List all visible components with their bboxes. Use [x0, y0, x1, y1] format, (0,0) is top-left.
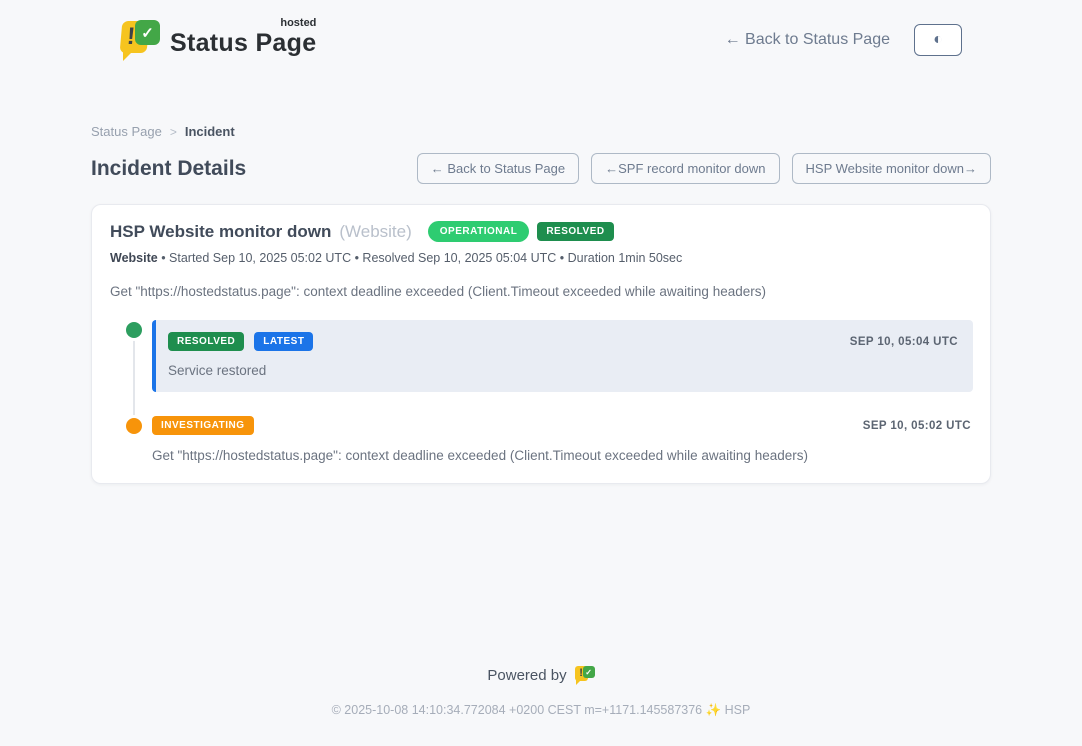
resolved-status-badge: RESOLVED	[537, 222, 613, 241]
brand-logo[interactable]: ! ✓ Status Page hosted	[118, 17, 316, 63]
timeline-latest-badge: LATEST	[254, 332, 313, 351]
next-incident-button[interactable]: HSP Website monitor down→	[792, 153, 991, 184]
incident-title: HSP Website monitor down	[110, 222, 331, 242]
timeline-entry-resolved: RESOLVED LATEST SEP 10, 05:04 UTC Servic…	[110, 320, 973, 392]
timeline-resolved-badge: RESOLVED	[168, 332, 244, 351]
page-title: Incident Details	[91, 157, 246, 181]
timeline-investigating-badge: INVESTIGATING	[152, 416, 254, 435]
breadcrumb: Status Page > Incident	[91, 124, 991, 139]
powered-by-label: Powered by	[487, 667, 566, 684]
footer: Powered by ! ✓ © 2025-10-08 14:10:34.772…	[0, 664, 1082, 746]
breadcrumb-separator: >	[170, 125, 177, 139]
timeline-entry-investigating: INVESTIGATING SEP 10, 05:02 UTC Get "htt…	[110, 416, 973, 463]
timeline-dot-orange	[126, 418, 142, 434]
timeline-timestamp: SEP 10, 05:02 UTC	[863, 420, 971, 432]
breadcrumb-incident: Incident	[185, 124, 235, 139]
checkmark-icon: ✓	[135, 20, 160, 45]
brand-name: Status Page	[170, 29, 316, 57]
incident-nav-buttons: ← Back to Status Page ←SPF record monito…	[417, 153, 991, 184]
incident-description: Get "https://hostedstatus.page": context…	[110, 284, 973, 299]
header-back-to-status-page-link[interactable]: ← Back to Status Page	[725, 31, 890, 49]
breadcrumb-status-page[interactable]: Status Page	[91, 124, 162, 139]
copyright-text: © 2025-10-08 14:10:34.772084 +0200 CEST …	[0, 703, 1082, 746]
timeline-latest-update-box: RESOLVED LATEST SEP 10, 05:04 UTC Servic…	[152, 320, 973, 392]
incident-meta-service: Website	[110, 251, 158, 265]
timeline-message: Get "https://hostedstatus.page": context…	[152, 448, 973, 463]
brand-superscript: hosted	[280, 17, 316, 29]
timeline-timestamp: SEP 10, 05:04 UTC	[850, 336, 958, 348]
incident-meta: Website • Started Sep 10, 2025 05:02 UTC…	[110, 251, 973, 265]
prev-incident-button[interactable]: ←SPF record monitor down	[591, 153, 779, 184]
incident-card: HSP Website monitor down (Website) OPERA…	[91, 204, 991, 484]
header: ! ✓ Status Page hosted ← Back to Status …	[0, 0, 1082, 76]
operational-badge: OPERATIONAL	[428, 221, 530, 242]
incident-scope: (Website)	[339, 222, 411, 242]
statuspage-mini-logo-icon[interactable]: ! ✓	[575, 664, 595, 686]
half-circle-theme-icon: ◐	[933, 32, 943, 48]
main-content: Status Page > Incident Incident Details …	[91, 76, 991, 484]
incident-timeline: RESOLVED LATEST SEP 10, 05:04 UTC Servic…	[110, 320, 973, 463]
timeline-dot-green	[126, 322, 142, 338]
back-to-status-page-button[interactable]: ← Back to Status Page	[417, 153, 579, 184]
statuspage-logo-icon: ! ✓	[118, 17, 160, 63]
timeline-message: Service restored	[168, 363, 958, 378]
incident-meta-details: • Started Sep 10, 2025 05:02 UTC • Resol…	[161, 251, 682, 265]
theme-toggle-button[interactable]: ◐	[914, 24, 962, 56]
